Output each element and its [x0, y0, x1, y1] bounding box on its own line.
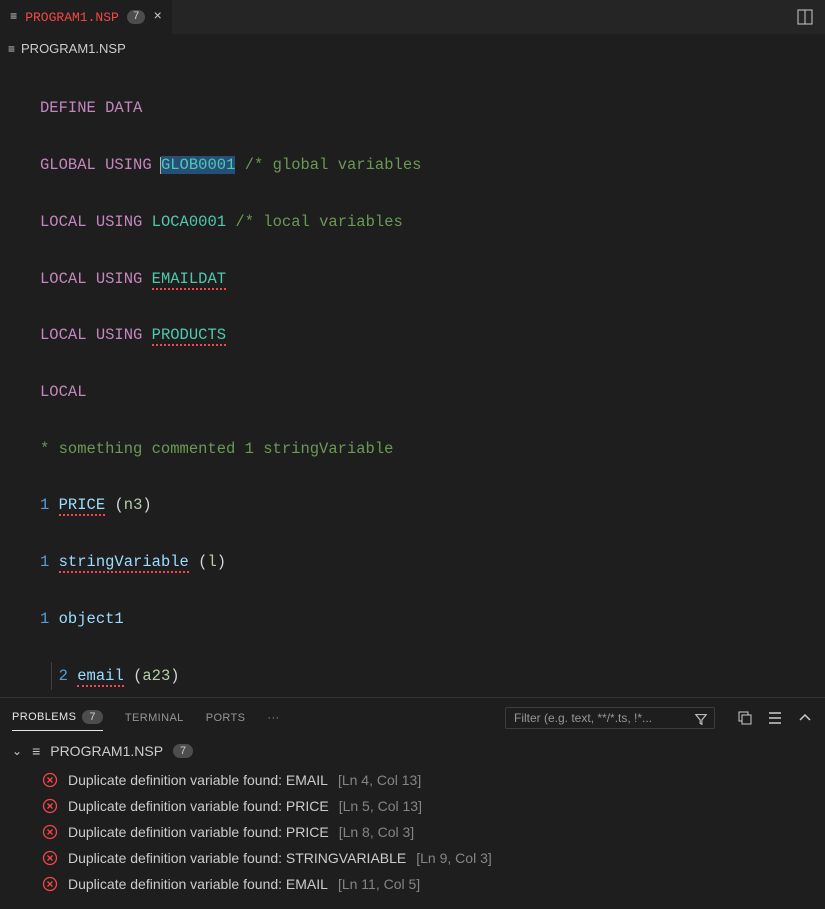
breadcrumb[interactable]: ≡ PROGRAM1.NSP	[0, 35, 825, 62]
keyword-using: USING	[96, 326, 143, 344]
chevron-up-icon[interactable]	[797, 710, 813, 726]
problem-item[interactable]: Duplicate definition variable found: EMA…	[12, 767, 813, 793]
problems-file-name: PROGRAM1.NSP	[50, 743, 163, 759]
tab-title: PROGRAM1.NSP	[25, 10, 119, 25]
keyword-using: USING	[105, 156, 152, 174]
panel: PROBLEMS 7 TERMINAL PORTS ··· Filter (e.…	[0, 697, 825, 909]
comment-line: * something commented 1 stringVariable	[40, 440, 393, 458]
breadcrumb-file: PROGRAM1.NSP	[21, 41, 126, 56]
tab-problem-count: 7	[127, 10, 146, 24]
level-number: 1	[40, 496, 49, 514]
problem-item[interactable]: Duplicate definition variable found: PRI…	[12, 793, 813, 819]
filter-input[interactable]: Filter (e.g. text, **/*.ts, !*...	[505, 707, 715, 729]
tab-terminal[interactable]: TERMINAL	[125, 706, 184, 730]
keyword-local: LOCAL	[40, 326, 87, 344]
var-object1: object1	[59, 610, 124, 628]
keyword-local: LOCAL	[40, 383, 87, 401]
var-price: PRICE	[59, 496, 106, 516]
identifier-emaildat: EMAILDAT	[152, 270, 226, 290]
var-email: email	[77, 667, 124, 687]
tab-ports[interactable]: PORTS	[206, 706, 246, 730]
problem-item[interactable]: Duplicate definition variable found: EMA…	[12, 871, 813, 897]
problem-location: [Ln 9, Col 3]	[416, 850, 492, 866]
file-problem-count: 7	[173, 744, 193, 758]
split-editor-icon[interactable]	[785, 9, 825, 25]
keyword-data: DATA	[105, 99, 142, 117]
comment: /* global variables	[245, 156, 422, 174]
problem-location: [Ln 8, Col 3]	[339, 824, 415, 840]
filter-icon[interactable]	[694, 712, 708, 726]
problem-message: Duplicate definition variable found: STR…	[68, 850, 406, 866]
collapse-all-icon[interactable]	[737, 710, 753, 726]
level-number: 1	[40, 553, 49, 571]
text-cursor	[160, 157, 161, 174]
identifier-glob0001: GLOB0001	[161, 156, 235, 174]
var-stringvariable: stringVariable	[59, 553, 189, 573]
chevron-down-icon[interactable]: ⌄	[12, 744, 22, 758]
problems-list: ⌄ ≡ PROGRAM1.NSP 7 Duplicate definition …	[0, 731, 825, 909]
view-as-tree-icon[interactable]	[767, 710, 783, 726]
tab-program1[interactable]: ≡ PROGRAM1.NSP 7 ×	[0, 0, 172, 34]
filter-placeholder: Filter (e.g. text, **/*.ts, !*...	[514, 711, 652, 725]
keyword-local: LOCAL	[40, 213, 87, 231]
problem-location: [Ln 5, Col 13]	[339, 798, 422, 814]
keyword-local: LOCAL	[40, 270, 87, 288]
identifier-products: PRODUCTS	[152, 326, 226, 346]
error-icon	[42, 798, 58, 814]
file-icon: ≡	[10, 10, 17, 24]
problem-item[interactable]: Duplicate definition variable found: PRI…	[12, 819, 813, 845]
problem-location: [Ln 11, Col 5]	[338, 876, 420, 892]
problem-message: Duplicate definition variable found: PRI…	[68, 824, 329, 840]
keyword-using: USING	[96, 213, 143, 231]
close-icon[interactable]: ×	[153, 9, 161, 25]
problem-message: Duplicate definition variable found: EMA…	[68, 876, 328, 892]
file-icon: ≡	[8, 42, 15, 56]
level-number: 2	[59, 667, 68, 685]
identifier-loca0001: LOCA0001	[152, 213, 226, 231]
tab-bar: ≡ PROGRAM1.NSP 7 ×	[0, 0, 825, 35]
problem-message: Duplicate definition variable found: PRI…	[68, 798, 329, 814]
panel-tab-bar: PROBLEMS 7 TERMINAL PORTS ··· Filter (e.…	[0, 698, 825, 731]
file-icon: ≡	[32, 743, 40, 759]
tab-more[interactable]: ···	[267, 706, 279, 730]
error-icon	[42, 876, 58, 892]
problem-location: [Ln 4, Col 13]	[338, 772, 421, 788]
level-number: 1	[40, 610, 49, 628]
error-icon	[42, 772, 58, 788]
tab-problems[interactable]: PROBLEMS 7	[12, 704, 103, 731]
problems-count-badge: 7	[82, 710, 103, 724]
comment: /* local variables	[235, 213, 402, 231]
problem-message: Duplicate definition variable found: EMA…	[68, 772, 328, 788]
editor[interactable]: DEFINE DATA GLOBAL USING GLOB0001 /* glo…	[0, 62, 825, 697]
keyword-using: USING	[96, 270, 143, 288]
keyword-define: DEFINE	[40, 99, 96, 117]
problems-file-row[interactable]: ⌄ ≡ PROGRAM1.NSP 7	[12, 739, 813, 767]
error-icon	[42, 850, 58, 866]
problem-item[interactable]: Duplicate definition variable found: STR…	[12, 845, 813, 871]
keyword-global: GLOBAL	[40, 156, 96, 174]
error-icon	[42, 824, 58, 840]
